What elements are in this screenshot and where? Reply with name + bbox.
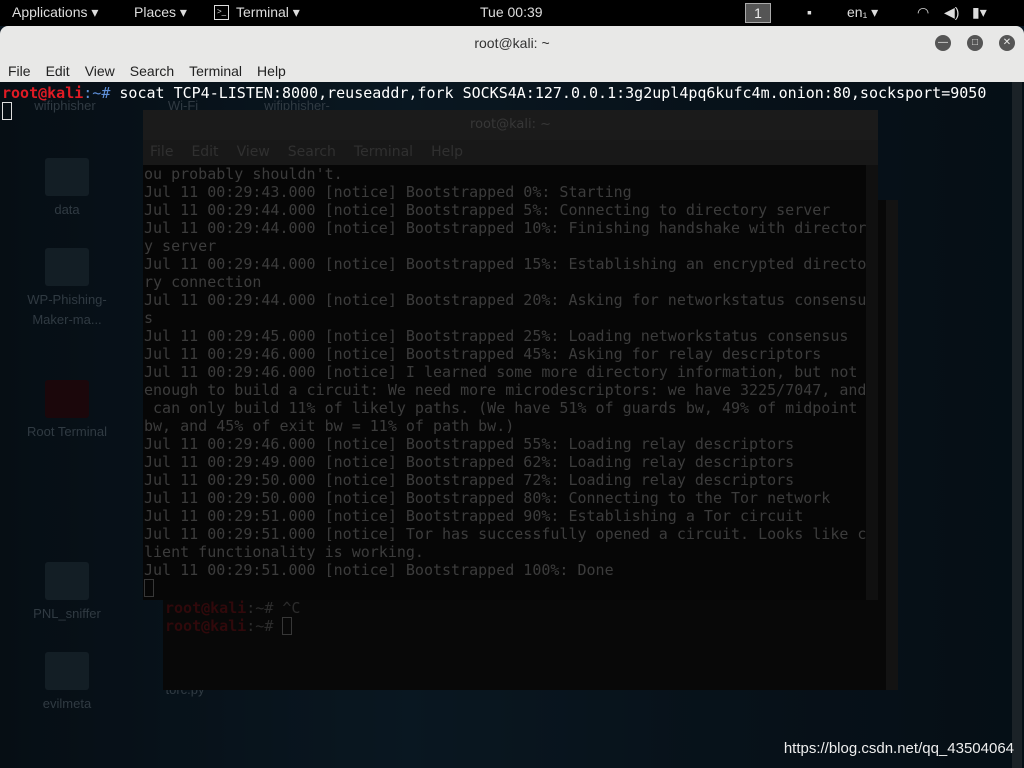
window-title: root@kali: ~ [474, 35, 550, 51]
close-button[interactable]: ✕ [999, 35, 1015, 51]
menu-terminal[interactable]: Terminal [189, 63, 242, 79]
language-menu[interactable]: en₁ ▾ [847, 4, 878, 21]
menu-search[interactable]: Search [130, 63, 174, 79]
terminal-app-icon: >_ [214, 5, 229, 20]
workspace-indicator[interactable]: 1 [745, 3, 771, 23]
minimize-button[interactable]: — [935, 35, 951, 51]
menu-file[interactable]: File [8, 63, 31, 79]
front-terminal-titlebar: root@kali: ~ — □ ✕ [0, 26, 1024, 60]
menu-view[interactable]: View [85, 63, 115, 79]
menubar: File Edit View Search Terminal Help [0, 60, 1024, 82]
terminal-area[interactable]: root@kali:~# socat TCP4-LISTEN:8000,reus… [0, 82, 1024, 768]
video-icon[interactable]: ▪ [807, 4, 812, 20]
command-line: root@kali:~# socat TCP4-LISTEN:8000,reus… [2, 84, 986, 120]
clock[interactable]: Tue 00:39 [480, 4, 543, 20]
top-panel: Applications ▾ Places ▾ >_ Terminal ▾ Tu… [0, 0, 1024, 26]
places-menu[interactable]: Places ▾ [134, 4, 187, 21]
wifi-icon[interactable]: ◠ [917, 4, 929, 21]
text-cursor [2, 102, 12, 120]
volume-icon[interactable]: ◀) [944, 4, 959, 21]
scrollbar[interactable] [1012, 82, 1022, 768]
watermark: https://blog.csdn.net/qq_43504064 [783, 740, 1014, 757]
menu-edit[interactable]: Edit [46, 63, 70, 79]
menu-help[interactable]: Help [257, 63, 286, 79]
terminal-app-menu[interactable]: Terminal ▾ [236, 4, 300, 21]
battery-icon[interactable]: ▮▾ [972, 4, 987, 21]
applications-menu[interactable]: Applications ▾ [12, 4, 98, 21]
maximize-button[interactable]: □ [967, 35, 983, 51]
